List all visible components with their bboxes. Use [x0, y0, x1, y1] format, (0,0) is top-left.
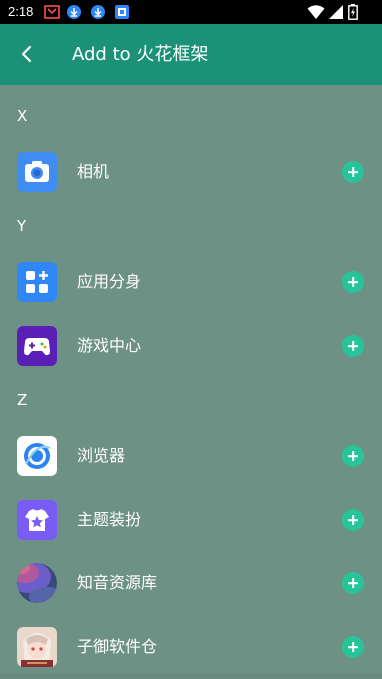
- game-center-icon: [17, 326, 57, 366]
- browser-icon: [17, 436, 57, 476]
- section-header-y: Y: [17, 217, 27, 235]
- app-row-software-store[interactable]: 子御软件仓: [0, 621, 382, 673]
- app-label: 浏览器: [77, 446, 126, 465]
- download-icon: [91, 5, 105, 19]
- page-title: Add to 火花框架: [72, 44, 209, 65]
- app-label: 子御软件仓: [77, 637, 158, 656]
- app-label: 游戏中心: [77, 336, 142, 355]
- app-label: 应用分身: [77, 272, 142, 291]
- app-row-game-center[interactable]: 游戏中心: [0, 320, 382, 372]
- app-row-app-clone[interactable]: 应用分身: [0, 256, 382, 308]
- section-header-z: Z: [17, 391, 28, 409]
- section-header-x: X: [17, 107, 28, 125]
- app-label: 知音资源库: [77, 573, 158, 592]
- add-button[interactable]: [342, 445, 364, 467]
- wifi-icon: [307, 5, 325, 19]
- theme-icon: [17, 500, 57, 540]
- add-button[interactable]: [342, 572, 364, 594]
- navigation-bar: [0, 673, 382, 679]
- download-icon: [67, 5, 81, 19]
- add-button[interactable]: [342, 271, 364, 293]
- battery-icon: [348, 4, 358, 20]
- status-time: 2:18: [8, 4, 34, 19]
- media-icon: [44, 5, 60, 19]
- back-arrow-icon: [21, 45, 32, 63]
- app-label: 主题装扮: [77, 510, 142, 529]
- app-row-browser[interactable]: 浏览器: [0, 430, 382, 482]
- add-button[interactable]: [342, 335, 364, 357]
- signal-icon: [329, 5, 343, 19]
- app-row-theme[interactable]: 主题装扮: [0, 494, 382, 546]
- camera-icon: [17, 152, 57, 192]
- status-bar: 2:18: [0, 0, 382, 24]
- software-store-icon: [17, 627, 57, 667]
- add-button[interactable]: [342, 161, 364, 183]
- music-library-icon: [17, 563, 57, 603]
- back-button[interactable]: [10, 37, 44, 71]
- app-bar: Add to 火花框架: [0, 24, 382, 85]
- add-button[interactable]: [342, 509, 364, 531]
- app-clone-icon: [17, 262, 57, 302]
- add-button[interactable]: [342, 636, 364, 658]
- app-label: 相机: [77, 162, 110, 181]
- app-notification-icon: [115, 5, 129, 19]
- app-row-music-library[interactable]: 知音资源库: [0, 557, 382, 609]
- app-row-camera[interactable]: 相机: [0, 146, 382, 198]
